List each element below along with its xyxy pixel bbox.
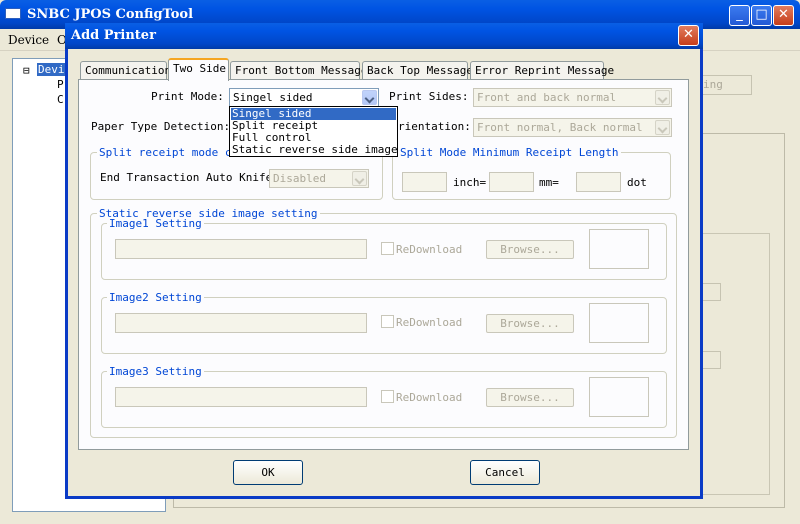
image1-redownload-label: ReDownload <box>396 243 463 256</box>
tab-back-top-message[interactable]: Back Top Message <box>362 61 473 80</box>
close-icon[interactable]: ✕ <box>773 5 794 26</box>
main-window-title: SNBC JPOS ConfigTool <box>27 7 194 22</box>
tree-expander-icon[interactable]: ⊟ <box>23 64 30 77</box>
image3-browse-button[interactable]: Browse... <box>486 388 574 407</box>
auto-knife-label: End Transaction Auto Knife: <box>100 171 279 184</box>
orientation-value: Front normal, Back normal <box>477 121 643 134</box>
image2-redownload-checkbox[interactable] <box>381 315 394 328</box>
image1-title: Image1 Setting <box>107 217 204 230</box>
tab-two-side[interactable]: Two Side <box>168 58 229 81</box>
image1-preview <box>589 229 649 269</box>
image1-path-input[interactable] <box>115 239 367 259</box>
image3-preview <box>589 377 649 417</box>
image2-preview <box>589 303 649 343</box>
print-mode-value: Singel sided <box>233 91 313 104</box>
image2-browse-button[interactable]: Browse... <box>486 314 574 333</box>
cancel-button[interactable]: Cancel <box>470 460 540 485</box>
app-icon <box>5 8 21 19</box>
split-cut-group-title: Split receipt mode cu <box>97 146 241 159</box>
image3-redownload-label: ReDownload <box>396 391 463 404</box>
dialog-title: Add Printer <box>71 28 156 43</box>
print-sides-label: Print Sides: <box>389 90 469 103</box>
menu-device[interactable]: Device <box>8 33 49 47</box>
auto-knife-select[interactable]: Disabled <box>269 169 369 188</box>
chevron-down-icon <box>352 171 367 186</box>
orientation-select[interactable]: Front normal, Back normal <box>473 118 672 137</box>
paper-type-detection-label: Paper Type Detection: <box>91 120 231 133</box>
chevron-down-icon <box>655 120 670 135</box>
image1-browse-button[interactable]: Browse... <box>486 240 574 259</box>
maximize-icon[interactable]: □ <box>751 5 772 26</box>
dialog-close-icon[interactable]: ✕ <box>678 25 699 46</box>
background-button: ing <box>696 75 752 95</box>
mm-label: mm= <box>539 176 559 189</box>
print-mode-select[interactable]: Singel sided <box>229 88 379 107</box>
tree-node-device[interactable]: Devi <box>37 63 66 76</box>
min-length-group-title: Split Mode Minimum Receipt Length <box>398 146 621 159</box>
image3-path-input[interactable] <box>115 387 367 407</box>
image3-redownload-checkbox[interactable] <box>381 390 394 403</box>
tab-front-bottom-message[interactable]: Front Bottom Message <box>230 61 367 80</box>
inch-label: inch= <box>453 176 487 189</box>
image2-redownload-label: ReDownload <box>396 316 463 329</box>
print-mode-dropdown-list[interactable]: Singel sided Split receipt Full control … <box>229 106 398 157</box>
image1-redownload-checkbox[interactable] <box>381 242 394 255</box>
print-sides-value: Front and back normal <box>477 91 617 104</box>
chevron-down-icon <box>655 90 670 105</box>
minimize-icon[interactable]: _ <box>729 5 750 26</box>
ok-button[interactable]: OK <box>233 460 303 485</box>
dialog-title-bar[interactable]: Add Printer <box>65 23 703 49</box>
image2-title: Image2 Setting <box>107 291 204 304</box>
tab-communication[interactable]: Communication <box>80 61 171 80</box>
auto-knife-value: Disabled <box>273 172 326 185</box>
print-mode-option[interactable]: Static reverse side image <box>231 144 398 156</box>
inch-input[interactable] <box>402 172 447 192</box>
mm-input[interactable] <box>489 172 534 192</box>
image3-title: Image3 Setting <box>107 365 204 378</box>
print-mode-label: Print Mode: <box>151 90 224 103</box>
chevron-down-icon[interactable] <box>362 90 377 105</box>
tree-node-printer[interactable]: P <box>57 78 64 91</box>
print-sides-select[interactable]: Front and back normal <box>473 88 672 107</box>
tab-error-reprint-message[interactable]: Error Reprint Message <box>470 61 614 80</box>
orientation-label: rientation: <box>398 120 471 133</box>
tree-node-config[interactable]: C <box>57 93 64 106</box>
dot-input[interactable] <box>576 172 621 192</box>
image2-path-input[interactable] <box>115 313 367 333</box>
dot-label: dot <box>627 176 647 189</box>
